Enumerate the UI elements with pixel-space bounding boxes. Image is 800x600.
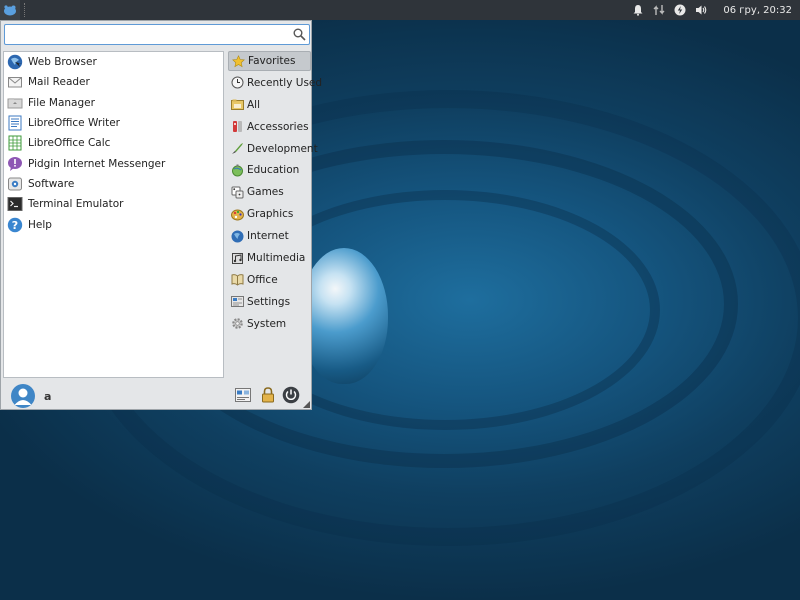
category-office[interactable]: Office: [228, 270, 311, 290]
settings-manager-icon: [235, 388, 251, 402]
app-label: Help: [28, 218, 52, 231]
list-item-terminal-emulator[interactable]: Terminal Emulator: [4, 194, 223, 214]
volume-icon[interactable]: [694, 3, 708, 17]
category-label: Settings: [247, 295, 291, 308]
category-all[interactable]: All: [228, 95, 311, 115]
system-tray: 06 гру, 20:32: [631, 3, 792, 17]
search-input[interactable]: [8, 27, 288, 42]
water-drop-image: [300, 248, 388, 384]
category-label: Accessories: [247, 120, 309, 133]
bell-icon[interactable]: [631, 3, 645, 17]
category-label: Graphics: [247, 208, 294, 221]
calc-icon: [7, 135, 23, 151]
writer-icon: [7, 115, 23, 131]
folder-icon: [7, 95, 23, 111]
help-icon: ?: [7, 217, 23, 233]
category-label: All: [247, 98, 261, 111]
category-label: System: [247, 317, 287, 330]
lock-icon: [262, 387, 274, 403]
lock-screen-button[interactable]: [259, 386, 277, 404]
settings-manager-button[interactable]: [234, 386, 252, 404]
pidgin-icon: [7, 156, 23, 172]
category-multimedia[interactable]: Multimedia: [228, 248, 311, 268]
category-graphics[interactable]: Graphics: [228, 204, 311, 224]
list-item-libreoffice-writer[interactable]: LibreOffice Writer: [4, 113, 223, 133]
web-browser-icon: [7, 54, 23, 70]
category-label: Games: [247, 186, 284, 199]
search-box[interactable]: [4, 24, 310, 45]
mail-icon: [7, 74, 23, 90]
globe-icon: [231, 230, 244, 243]
app-label: Terminal Emulator: [28, 198, 124, 211]
accessories-icon: [231, 120, 244, 133]
list-item-web-browser[interactable]: Web Browser: [4, 52, 223, 72]
education-icon: [231, 164, 244, 177]
category-education[interactable]: Education: [228, 160, 311, 180]
app-label: Software: [28, 177, 75, 190]
username: a: [44, 390, 52, 403]
list-item-libreoffice-calc[interactable]: LibreOffice Calc: [4, 133, 223, 153]
office-icon: [231, 273, 244, 287]
category-label: Office: [247, 273, 278, 286]
resize-grip-icon[interactable]: [303, 401, 310, 408]
category-label: Recently Used: [247, 76, 323, 89]
multimedia-icon: [231, 252, 244, 265]
category-system[interactable]: System: [228, 314, 311, 334]
list-item-software[interactable]: Software: [4, 174, 223, 194]
development-icon: [231, 142, 244, 155]
star-icon: [232, 54, 245, 68]
graphics-icon: [231, 208, 244, 221]
search-icon: [293, 28, 306, 41]
category-internet[interactable]: Internet: [228, 226, 311, 246]
clock-icon: [231, 76, 244, 89]
xfce-mouse-icon: [4, 5, 16, 16]
settings-icon: [231, 295, 244, 308]
app-label: LibreOffice Writer: [28, 117, 121, 130]
category-list: Favorites Recently Used All Accessories …: [228, 51, 322, 336]
panel-clock[interactable]: 06 гру, 20:32: [723, 5, 792, 16]
logout-button[interactable]: [282, 386, 300, 404]
list-item-help[interactable]: ? Help: [4, 214, 223, 234]
network-transfer-icon[interactable]: [652, 3, 666, 17]
user-icon: [14, 388, 32, 405]
app-label: LibreOffice Calc: [28, 137, 111, 150]
power-button-icon: [282, 386, 300, 404]
category-label: Multimedia: [247, 252, 306, 265]
whisker-menu-button[interactable]: [0, 0, 20, 20]
list-item-mail-reader[interactable]: Mail Reader: [4, 72, 223, 92]
svg-text:?: ?: [12, 219, 18, 232]
list-item-pidgin[interactable]: Pidgin Internet Messenger: [4, 153, 223, 173]
category-recently-used[interactable]: Recently Used: [228, 73, 322, 93]
top-panel: 06 гру, 20:32: [0, 0, 800, 20]
menu-footer: a: [1, 381, 311, 409]
games-icon: [231, 186, 244, 199]
all-icon: [231, 98, 244, 111]
category-settings[interactable]: Settings: [228, 292, 311, 312]
category-label: Development: [247, 142, 318, 155]
gear-icon: [231, 317, 244, 330]
software-icon: [7, 176, 23, 192]
category-label: Education: [247, 164, 300, 177]
app-label: Mail Reader: [28, 76, 90, 89]
category-label: Internet: [247, 230, 289, 243]
power-icon[interactable]: [673, 3, 687, 17]
favorites-list: Web Browser Mail Reader File Manager Lib…: [3, 51, 224, 378]
whisker-menu: Web Browser Mail Reader File Manager Lib…: [0, 20, 322, 410]
avatar[interactable]: [11, 384, 35, 408]
app-label: Pidgin Internet Messenger: [28, 157, 166, 170]
panel-separator: [24, 3, 27, 17]
app-label: Web Browser: [28, 56, 97, 69]
category-accessories[interactable]: Accessories: [228, 117, 311, 137]
category-favorites[interactable]: Favorites: [228, 51, 311, 71]
list-item-file-manager[interactable]: File Manager: [4, 93, 223, 113]
category-development[interactable]: Development: [228, 139, 318, 159]
category-label: Favorites: [248, 55, 296, 67]
category-games[interactable]: Games: [228, 182, 311, 202]
terminal-icon: [7, 196, 23, 212]
app-label: File Manager: [28, 96, 95, 109]
